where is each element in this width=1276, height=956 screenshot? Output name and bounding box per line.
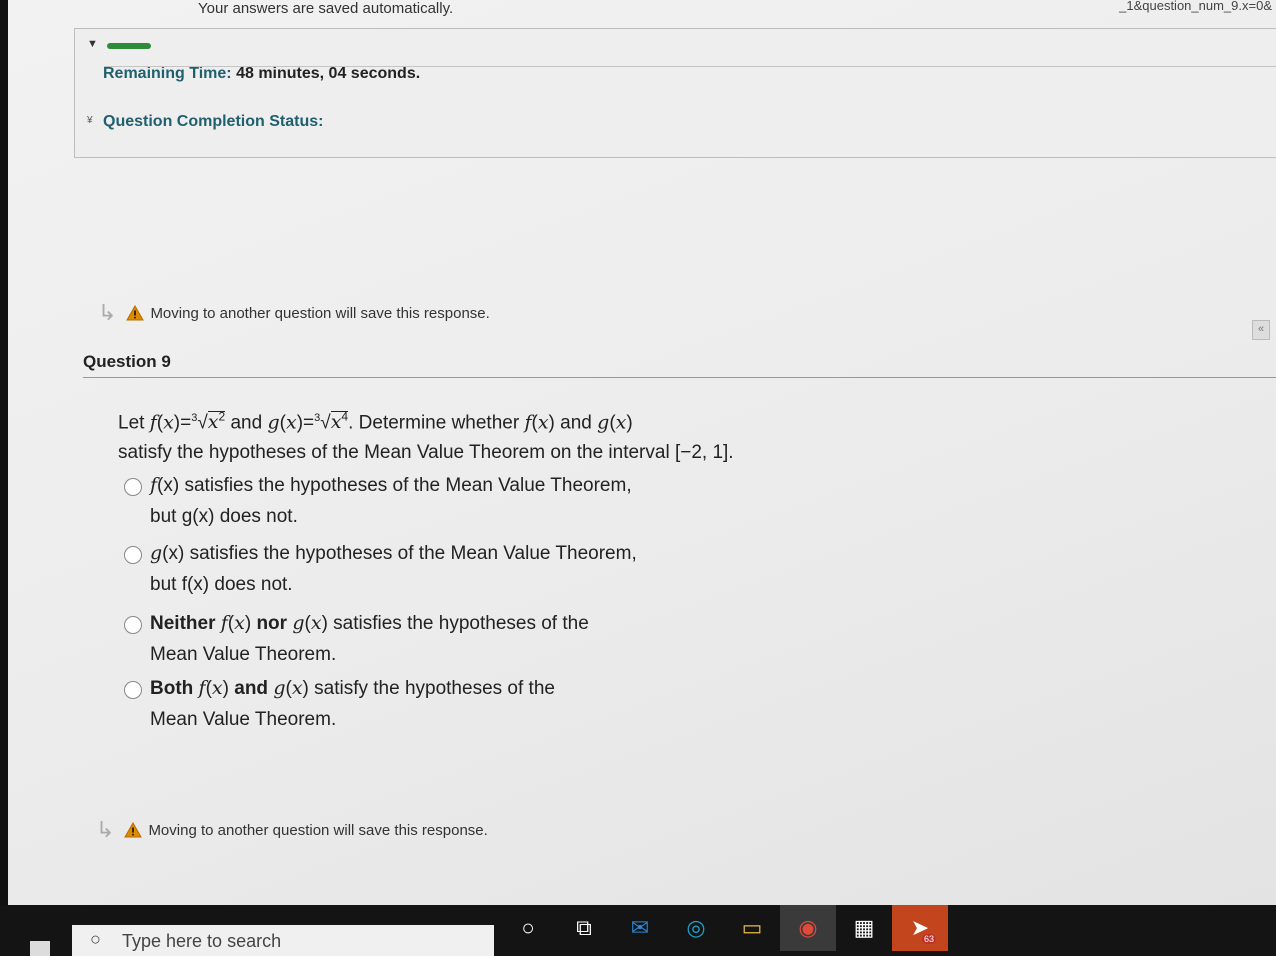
option-1-line-2: but g(x) does not. — [150, 506, 298, 527]
chrome-icon[interactable]: ◉ — [780, 905, 836, 951]
status-panel: ▼ Remaining Time: 48 minutes, 04 seconds… — [74, 28, 1276, 158]
radio-button[interactable] — [124, 478, 142, 496]
option-1-line-1: satisfies the hypotheses of the Mean Val… — [179, 475, 632, 496]
stem-line-1: Let f(x)=3√x2 and g(x)=3√x4. Determine w… — [118, 410, 633, 434]
taskbar-search-box[interactable]: ○ Type here to search — [72, 925, 494, 956]
autosave-notice: Your answers are saved automatically. — [198, 0, 454, 17]
mail-icon[interactable]: ✉ — [612, 905, 668, 951]
divider — [104, 66, 1276, 67]
return-arrow-icon: ↳ — [96, 817, 115, 842]
windows-start-icon[interactable] — [30, 941, 50, 956]
warning-top: ↳ Moving to another question will save t… — [98, 300, 490, 326]
question-divider — [83, 377, 1276, 378]
option-2-line-2: but f(x) does not. — [150, 574, 293, 595]
radio-button[interactable] — [124, 546, 142, 564]
collapse-arrow-icon[interactable]: ▼ — [87, 38, 98, 50]
remaining-time: Remaining Time: 48 minutes, 04 seconds. — [103, 65, 420, 83]
taskbar: ○ Type here to search ○ ⧉ ✉ ◎ ▭ ◉ ▦ ➤ 63 — [0, 905, 1276, 956]
question-completion-status-toggle[interactable]: Question Completion Status: — [103, 113, 323, 131]
warning-text: Moving to another question will save thi… — [150, 304, 490, 322]
warning-icon — [124, 822, 143, 838]
task-view-icon[interactable]: ⧉ — [556, 905, 612, 951]
option-4-line-1: satisfy the hypotheses of the — [314, 678, 555, 699]
warning-text: Moving to another question will save thi… — [148, 821, 488, 839]
collapse-panel-icon[interactable]: « — [1252, 320, 1270, 340]
stem-line-2: satisfy the hypotheses of the Mean Value… — [118, 442, 734, 464]
store-icon[interactable]: ▦ — [836, 905, 892, 951]
search-icon: ○ — [90, 929, 101, 949]
warning-icon — [126, 305, 145, 321]
option-2-line-1: satisfies the hypotheses of the Mean Val… — [184, 543, 637, 564]
telegram-icon[interactable]: ➤ 63 — [892, 905, 948, 951]
radio-button[interactable] — [124, 681, 142, 699]
warning-bottom: ↳ Moving to another question will save t… — [96, 817, 488, 843]
notification-badge: 63 — [921, 934, 936, 944]
question-title: Question 9 — [83, 352, 171, 371]
option-4-line-2: Mean Value Theorem. — [150, 709, 337, 730]
taskbar-icons: ○ ⧉ ✉ ◎ ▭ ◉ ▦ ➤ 63 — [500, 905, 948, 956]
edge-icon[interactable]: ◎ — [668, 905, 724, 951]
option-3-line-1: satisfies the hypotheses of the — [333, 613, 589, 634]
remaining-time-value: 48 minutes, 04 seconds. — [236, 65, 421, 82]
option-3-line-2: Mean Value Theorem. — [150, 644, 337, 665]
cortana-icon[interactable]: ○ — [500, 905, 556, 951]
chevron-down-icon[interactable]: ¥ — [87, 115, 93, 126]
return-arrow-icon: ↳ — [98, 300, 117, 325]
url-fragment: _1&question_num_9.x=0& — [1119, 0, 1272, 13]
browser-content: Your answers are saved automatically. _1… — [8, 0, 1276, 905]
progress-bar — [107, 43, 151, 49]
radio-button[interactable] — [124, 616, 142, 634]
question-stem: Let f(x)=3√x2 and g(x)=3√x4. Determine w… — [118, 402, 734, 468]
search-placeholder: Type here to search — [122, 931, 282, 951]
remaining-time-label: Remaining Time: — [103, 65, 232, 82]
file-explorer-icon[interactable]: ▭ — [724, 905, 780, 951]
